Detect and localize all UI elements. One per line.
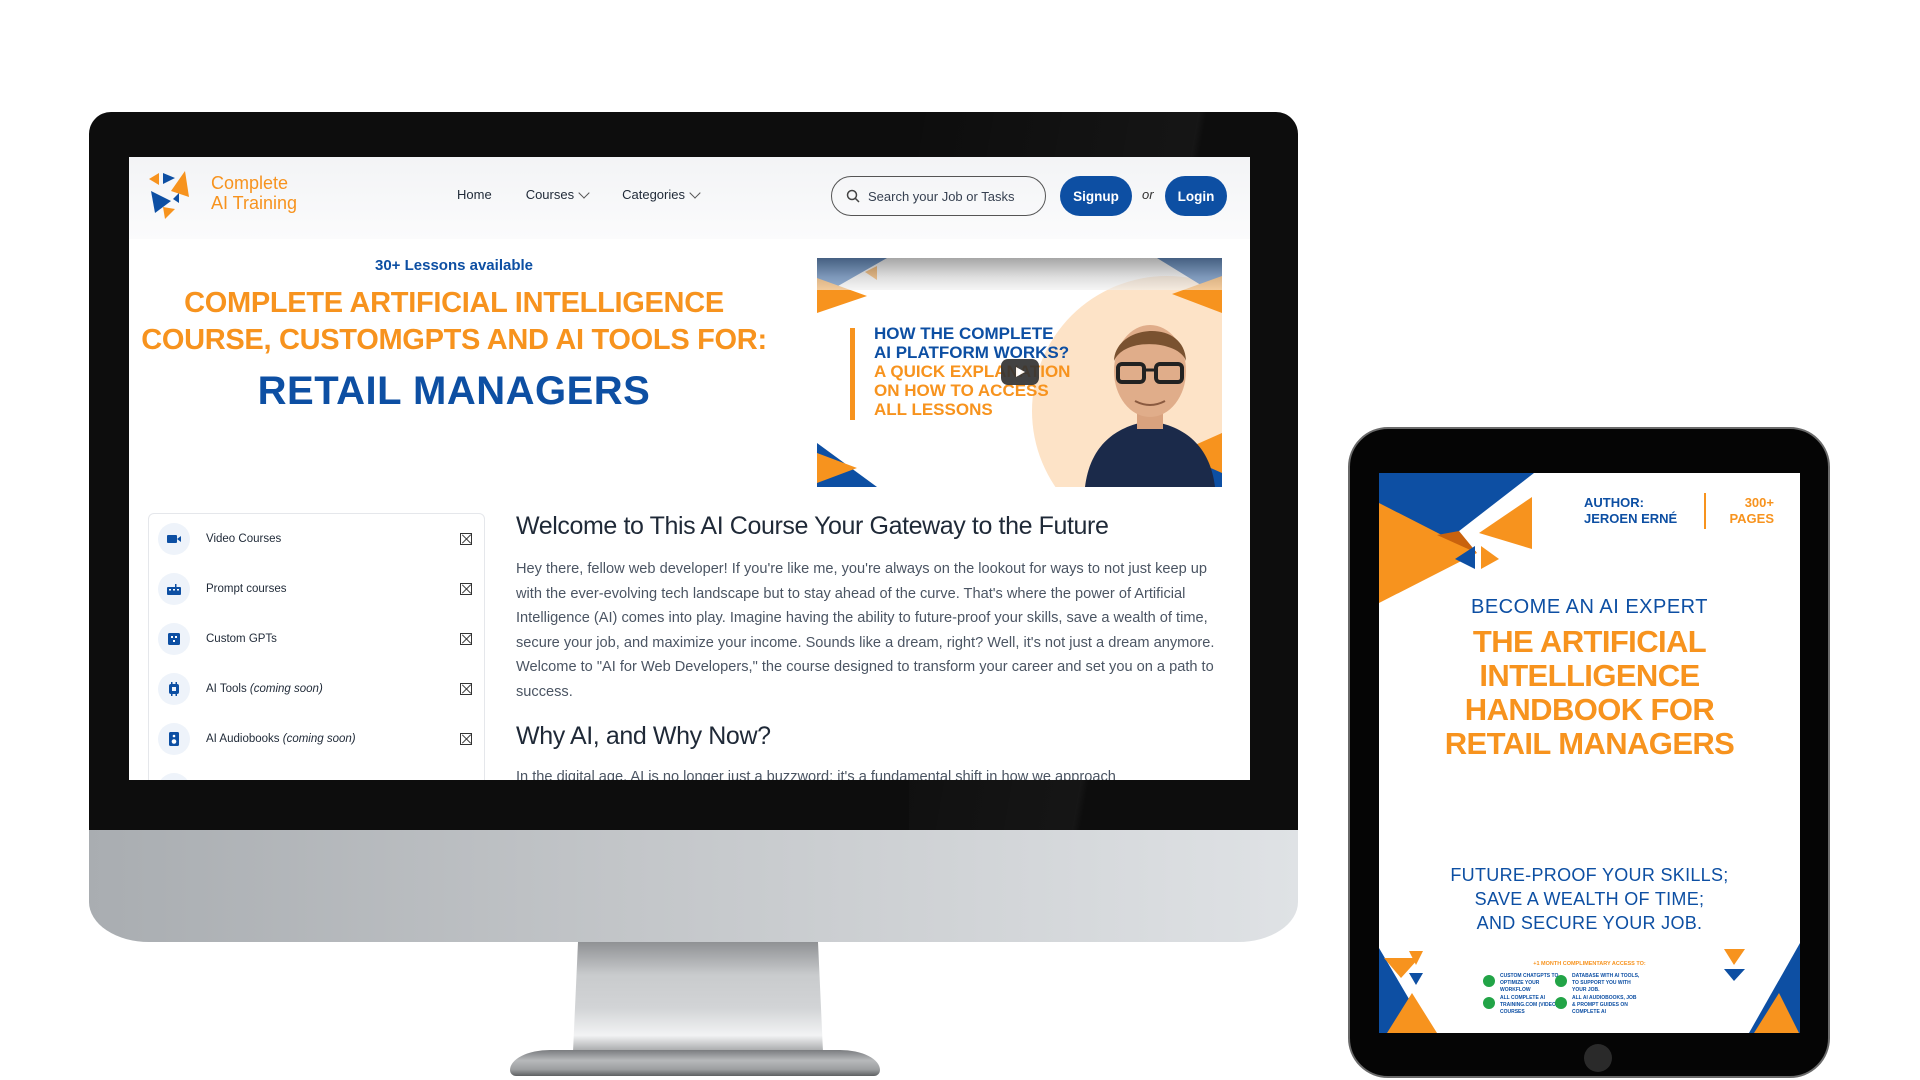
close-box-icon[interactable]: [460, 633, 472, 645]
chevron-down-icon: [689, 187, 701, 199]
book-tagline: FUTURE-PROOF YOUR SKILLS; SAVE A WEALTH …: [1379, 863, 1800, 935]
keyboard-icon: [158, 573, 190, 605]
book-title-line: HANDBOOK FOR: [1464, 692, 1715, 727]
video-camera-icon: [158, 523, 190, 555]
or-label: or: [1142, 187, 1154, 202]
chatgpt-icon: [1483, 975, 1495, 987]
sidebar-item-label: AI Tools (coming soon): [206, 683, 323, 695]
chip-icon: [158, 673, 190, 705]
tagline-line: AND SECURE YOUR JOB.: [1476, 913, 1703, 933]
author-divider: [1704, 493, 1706, 529]
hero-subtitle: RETAIL MANAGERS: [257, 369, 651, 413]
video-icon: [1483, 997, 1495, 1009]
video-accent-bar: [850, 328, 855, 420]
sidebar-item-video-courses[interactable]: Video Courses: [149, 514, 484, 564]
video-topbar: [817, 258, 1222, 290]
article-content: Welcome to This AI Course Your Gateway t…: [516, 512, 1236, 780]
play-button[interactable]: [1001, 359, 1039, 385]
video-thumbnail[interactable]: HOW THE COMPLETE AI PLATFORM WORKS? A QU…: [817, 258, 1222, 487]
article-intro: Hey there, fellow web developer! If you'…: [516, 561, 1215, 700]
logo-line-2: AI Training: [211, 193, 298, 213]
book-cover: AUTHOR: JEROEN ERNÉ 300+ PAGES BECOME AN…: [1379, 473, 1800, 1033]
mockup-stage: Complete AI Training Home Courses Catego…: [0, 0, 1920, 1080]
book-title: THE ARTIFICIAL INTELLIGENCE HANDBOOK FOR…: [1379, 625, 1800, 761]
lessons-badge: 30+ Lessons available: [374, 257, 533, 274]
pages-count: 300+: [1744, 495, 1774, 510]
sidebar-item-ai-books[interactable]: AI Books (coming soon): [149, 764, 484, 780]
sidebar-item-label: Video Courses: [206, 533, 282, 545]
pages-label: PAGES: [1729, 511, 1774, 526]
search-input[interactable]: Search your Job or Tasks: [831, 176, 1046, 216]
video-title-line-2: AI PLATFORM WORKS?: [874, 343, 1070, 362]
logo-line-1: Complete: [211, 173, 289, 193]
video-title-line-1: HOW THE COMPLETE: [874, 324, 1054, 343]
close-box-icon[interactable]: [460, 683, 472, 695]
book-icon: [158, 773, 190, 780]
article-continued: In the digital age, AI is no longer just…: [516, 769, 1116, 780]
audiobook-icon: [1555, 997, 1567, 1009]
close-box-icon[interactable]: [460, 533, 472, 545]
monitor-chin: [89, 830, 1298, 942]
logo-icon[interactable]: [147, 169, 199, 221]
article-heading: Welcome to This AI Course Your Gateway t…: [516, 512, 1109, 540]
gpt-icon: [158, 623, 190, 655]
chevron-down-icon: [578, 187, 590, 199]
monitor-screen: Complete AI Training Home Courses Catego…: [129, 157, 1250, 780]
author-label: AUTHOR:: [1584, 495, 1644, 510]
nav-home-label: Home: [457, 187, 492, 202]
video-title-line-4: ON HOW TO ACCESS: [874, 381, 1049, 400]
search-placeholder: Search your Job or Tasks: [868, 188, 1015, 204]
book-kicker: BECOME AN AI EXPERT: [1471, 596, 1708, 618]
course-types-sidebar: Video Courses Prompt courses Custom GPTs…: [148, 513, 485, 780]
main-nav: Home Courses Categories: [457, 187, 701, 202]
perks-title: +1 MONTH COMPLIMENTARY ACCESS TO:: [1533, 961, 1646, 967]
close-box-icon[interactable]: [460, 583, 472, 595]
sidebar-item-prompt-courses[interactable]: Prompt courses: [149, 564, 484, 614]
nav-courses[interactable]: Courses: [525, 187, 590, 202]
monitor-base: [510, 1050, 880, 1076]
signup-button[interactable]: Signup: [1060, 176, 1132, 216]
speaker-icon: [158, 723, 190, 755]
nav-courses-label: Courses: [525, 187, 575, 202]
nav-categories-label: Categories: [622, 187, 685, 202]
article-subheading: Why AI, and Why Now?: [516, 722, 771, 750]
sidebar-item-label: AI Audiobooks (coming soon): [206, 733, 356, 745]
tagline-line: FUTURE-PROOF YOUR SKILLS;: [1450, 865, 1729, 885]
book-title-line: INTELLIGENCE: [1479, 658, 1700, 693]
video-title-line-3: A QUICK EXPLANATION: [874, 362, 1071, 381]
site-header: Complete AI Training Home Courses Catego…: [129, 157, 1250, 239]
sidebar-item-label: Custom GPTs: [206, 633, 277, 645]
book-title-line: RETAIL MANAGERS: [1444, 726, 1735, 761]
video-title-line-5: ALL LESSONS: [874, 400, 993, 419]
monitor-stand: [573, 942, 823, 1052]
book-pages: 300+ PAGES: [1714, 495, 1774, 527]
sidebar-item-ai-audiobooks[interactable]: AI Audiobooks (coming soon): [149, 714, 484, 764]
sidebar-item-ai-tools[interactable]: AI Tools (coming soon): [149, 664, 484, 714]
play-icon: [1016, 367, 1025, 377]
login-button[interactable]: Login: [1165, 176, 1227, 216]
database-icon: [1555, 975, 1567, 987]
hero-title-line-1: COMPLETE ARTIFICIAL INTELLIGENCE: [184, 287, 724, 319]
search-icon: [846, 189, 860, 203]
video-title: HOW THE COMPLETE AI PLATFORM WORKS? A QU…: [874, 324, 1070, 419]
book-title-line: THE ARTIFICIAL: [1472, 624, 1707, 659]
tablet-home-button[interactable]: [1584, 1044, 1612, 1072]
hero-title-line-2: COURSE, CUSTOMGPTS AND AI TOOLS FOR:: [141, 324, 767, 356]
nav-home[interactable]: Home: [457, 187, 492, 202]
author-name: JEROEN ERNÉ: [1584, 511, 1678, 526]
tagline-line: SAVE A WEALTH OF TIME;: [1474, 889, 1705, 909]
sidebar-item-custom-gpts[interactable]: Custom GPTs: [149, 614, 484, 664]
presenter-photo: [1085, 325, 1215, 487]
perk-item: ALL AI AUDIOBOOKS, JOB & PROMPT GUIDES O…: [1555, 995, 1640, 1016]
nav-categories[interactable]: Categories: [622, 187, 701, 202]
book-author: AUTHOR: JEROEN ERNÉ: [1584, 495, 1677, 527]
perk-item: DATABASE WITH AI TOOLS, TO SUPPORT YOU W…: [1555, 973, 1640, 994]
close-box-icon[interactable]: [460, 733, 472, 745]
logo-text[interactable]: Complete AI Training: [211, 173, 297, 213]
sidebar-item-label: Prompt courses: [206, 583, 287, 595]
hero-title: COMPLETE ARTIFICIAL INTELLIGENCE COURSE,…: [129, 285, 779, 359]
